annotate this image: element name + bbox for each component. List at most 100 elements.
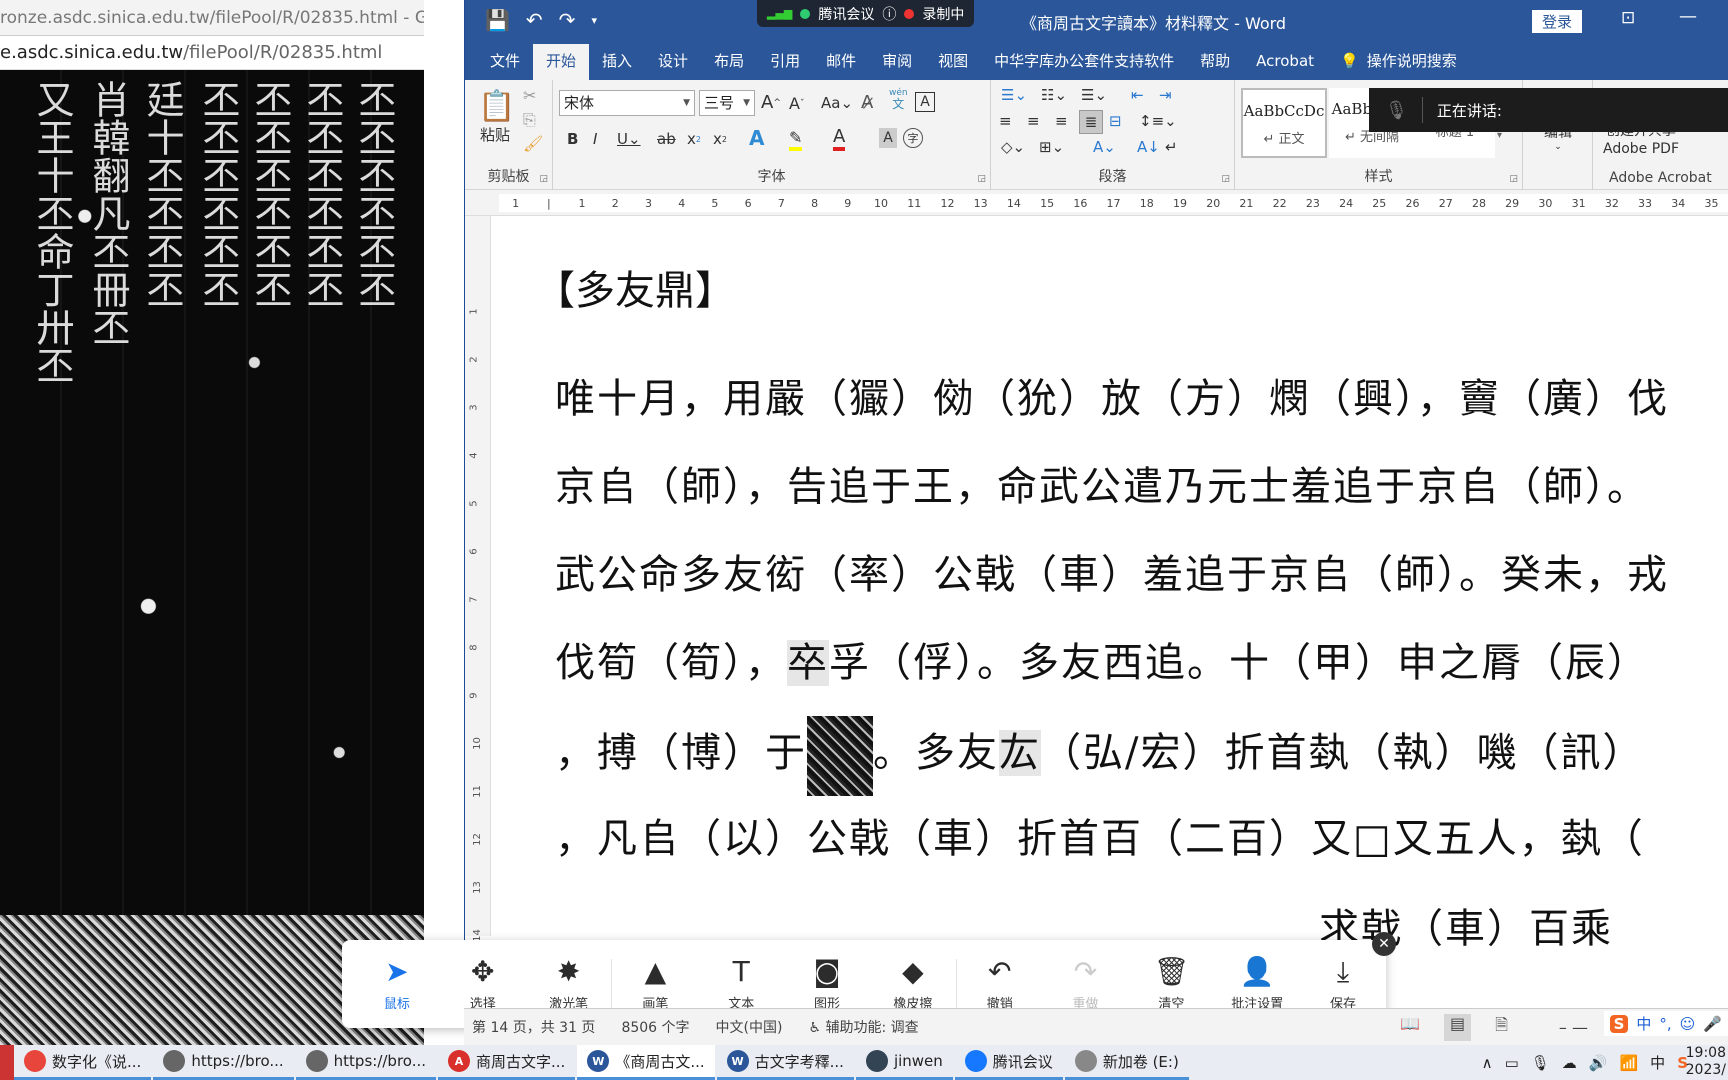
- format-painter-icon[interactable]: 🖌: [523, 134, 543, 153]
- superscript-button[interactable]: x2: [713, 130, 727, 148]
- tab-home[interactable]: 开始: [533, 44, 590, 80]
- language[interactable]: 中文(中国): [716, 1017, 783, 1037]
- shrink-font-icon[interactable]: Aˇ: [789, 94, 804, 113]
- font-launcher-icon[interactable]: ◲: [977, 174, 986, 184]
- bold-button[interactable]: B: [567, 130, 578, 148]
- recording-label[interactable]: 录制中: [922, 4, 964, 24]
- taskbar-item[interactable]: jinwen: [855, 1045, 953, 1080]
- page-count[interactable]: 第 14 页，共 31 页: [472, 1017, 595, 1037]
- taskbar-item[interactable]: 腾讯会议: [954, 1045, 1063, 1080]
- font-color-icon[interactable]: A: [833, 126, 846, 151]
- taskbar-item[interactable]: 数字化《说...: [14, 1045, 152, 1080]
- cloud-icon[interactable]: ☁: [1562, 1054, 1577, 1072]
- annot-tool-cursor[interactable]: ➤ 鼠标: [354, 956, 440, 1012]
- paste-button[interactable]: 粘贴: [473, 124, 517, 145]
- line-spacing-icon[interactable]: ↕≡⌄: [1139, 112, 1177, 130]
- tab-mailings[interactable]: 邮件: [813, 44, 869, 80]
- tab-help[interactable]: 帮助: [1187, 44, 1243, 80]
- cut-icon[interactable]: ✂: [523, 86, 536, 105]
- ime-mode[interactable]: 中: [1636, 1013, 1651, 1034]
- decrease-indent-icon[interactable]: ⇤: [1131, 86, 1144, 104]
- document-page[interactable]: 【多友鼎】 唯十月，用嚴（玁）俲（狁）放（方）燘（興），竇（廣）伐 京𠂤（師），…: [499, 216, 1728, 952]
- web-layout-icon[interactable]: 🗎: [1495, 1014, 1508, 1041]
- character-shading-icon[interactable]: A: [879, 128, 897, 148]
- subscript-button[interactable]: x2: [687, 130, 701, 148]
- taskbar-item[interactable]: W 《商周古文...: [577, 1045, 715, 1080]
- clipboard-launcher-icon[interactable]: ◲: [539, 174, 548, 184]
- zoom-slider[interactable]: – —: [1559, 1018, 1588, 1037]
- shading-icon[interactable]: ◇⌄: [1001, 138, 1025, 156]
- tell-me-search[interactable]: 💡 操作说明搜索: [1327, 44, 1470, 80]
- ime-punct[interactable]: °,: [1659, 1015, 1671, 1033]
- vertical-ruler[interactable]: 123456789101112131415: [465, 216, 491, 990]
- tab-view[interactable]: 视图: [925, 44, 981, 80]
- tab-insert[interactable]: 插入: [589, 44, 645, 80]
- phonetic-guide-button[interactable]: wén 文: [889, 88, 908, 110]
- tab-references[interactable]: 引用: [757, 44, 813, 80]
- volume-icon[interactable]: 🔊: [1589, 1054, 1608, 1072]
- read-mode-icon[interactable]: 📖: [1400, 1014, 1420, 1041]
- voice-input-icon[interactable]: 🎤: [1703, 1015, 1722, 1033]
- annot-tool-shape[interactable]: ◙ 图形: [784, 956, 870, 1012]
- taskbar-item[interactable]: A 商周古文字...: [438, 1045, 576, 1080]
- grow-font-icon[interactable]: A ^: [761, 92, 781, 113]
- clock[interactable]: 19:08 2023/: [1686, 1045, 1726, 1079]
- taskbar-item[interactable]: W 古文字考釋...: [716, 1045, 854, 1080]
- minimize-button[interactable]: —: [1679, 6, 1697, 27]
- change-case-button[interactable]: Aa ⌄: [821, 94, 853, 112]
- paragraph-launcher-icon[interactable]: ◲: [1221, 174, 1230, 184]
- text-effects-icon[interactable]: A: [749, 126, 764, 150]
- borders-icon[interactable]: ⊞⌄: [1039, 138, 1064, 156]
- word-count[interactable]: 8506 个字: [621, 1017, 689, 1037]
- highlight-color-icon[interactable]: ✎: [789, 128, 803, 151]
- undo-icon[interactable]: ↶: [526, 8, 543, 32]
- wifi-icon[interactable]: 📶: [1619, 1054, 1638, 1072]
- annot-tool-download[interactable]: ⤓ 保存: [1300, 956, 1386, 1012]
- print-layout-icon[interactable]: ▤: [1444, 1013, 1472, 1041]
- annot-tool-trash[interactable]: 🗑 清空: [1128, 956, 1214, 1012]
- annot-tool-eraser[interactable]: ◆ 橡皮擦: [870, 956, 956, 1012]
- taskbar-item[interactable]: https://bro...: [295, 1045, 436, 1080]
- tab-file[interactable]: 文件: [477, 44, 533, 80]
- asian-layout-icon[interactable]: A⌄: [1093, 138, 1116, 156]
- tab-review[interactable]: 审阅: [869, 44, 925, 80]
- annot-tool-redo[interactable]: ↷ 重做: [1043, 956, 1129, 1012]
- annot-tool-user-settings[interactable]: 👤 批注设置: [1214, 956, 1300, 1012]
- taskbar-item[interactable]: 新加卷 (E:): [1064, 1045, 1189, 1080]
- increase-indent-icon[interactable]: ⇥: [1159, 86, 1172, 104]
- close-annotation-toolbar-button[interactable]: ✕: [1372, 932, 1396, 956]
- ime-toolbar[interactable]: S 中 °, ☺ 🎤: [1603, 1011, 1728, 1036]
- show-marks-icon[interactable]: ↵: [1165, 138, 1178, 156]
- microphone-icon[interactable]: 🎙: [1531, 1054, 1550, 1072]
- clear-formatting-icon[interactable]: A̷: [861, 92, 873, 113]
- character-border-icon[interactable]: A: [915, 92, 935, 112]
- align-center-icon[interactable]: ≡: [1027, 112, 1040, 130]
- tab-zhonghua-addin[interactable]: 中华字库办公套件支持软件: [981, 44, 1187, 80]
- battery-icon[interactable]: ▭: [1505, 1054, 1519, 1072]
- ribbon-display-options-icon[interactable]: ⊡: [1621, 8, 1635, 28]
- multilevel-list-icon[interactable]: ☰⌄: [1081, 86, 1107, 104]
- align-left-icon[interactable]: ≡: [999, 112, 1012, 130]
- horizontal-ruler[interactable]: 1 | 1 2 3 4 5 6 7 8 9 10 11 12 13 14 15 16 17 18 19 20 21 22 23 2…: [465, 190, 1728, 216]
- taskbar-item[interactable]: https://bro...: [153, 1045, 294, 1080]
- font-size-combo[interactable]: 三号 ▼: [699, 90, 755, 116]
- redo-icon[interactable]: ↷: [559, 8, 576, 32]
- annot-tool-laser-pointer[interactable]: ✸ 激光笔: [526, 956, 612, 1012]
- styles-launcher-icon[interactable]: ◲: [1509, 174, 1518, 184]
- enclose-characters-icon[interactable]: 字: [903, 128, 923, 148]
- font-name-combo[interactable]: 宋体 ▼: [559, 90, 695, 116]
- save-icon[interactable]: 💾: [485, 8, 510, 32]
- info-icon[interactable]: ⓘ: [882, 4, 896, 24]
- customize-qat-icon[interactable]: ▾: [591, 8, 597, 32]
- accessibility[interactable]: ♿ 辅助功能: 调查: [808, 1017, 918, 1037]
- numbering-icon[interactable]: ☷⌄: [1041, 86, 1067, 104]
- paste-icon[interactable]: 📋: [475, 86, 519, 126]
- align-right-icon[interactable]: ≡: [1055, 112, 1068, 130]
- copy-icon[interactable]: ⎘: [523, 110, 536, 130]
- underline-button[interactable]: U⌄: [617, 130, 641, 148]
- pinned-app-icon[interactable]: [0, 1045, 14, 1080]
- bullets-icon[interactable]: ☰⌄: [1001, 86, 1027, 104]
- address-bar[interactable]: e.asdc.sinica.edu.tw/filePool/R/02835.ht…: [0, 36, 424, 70]
- inscription-glyph-image[interactable]: [807, 716, 873, 796]
- annot-tool-pen[interactable]: ▲ 画笔: [612, 956, 698, 1012]
